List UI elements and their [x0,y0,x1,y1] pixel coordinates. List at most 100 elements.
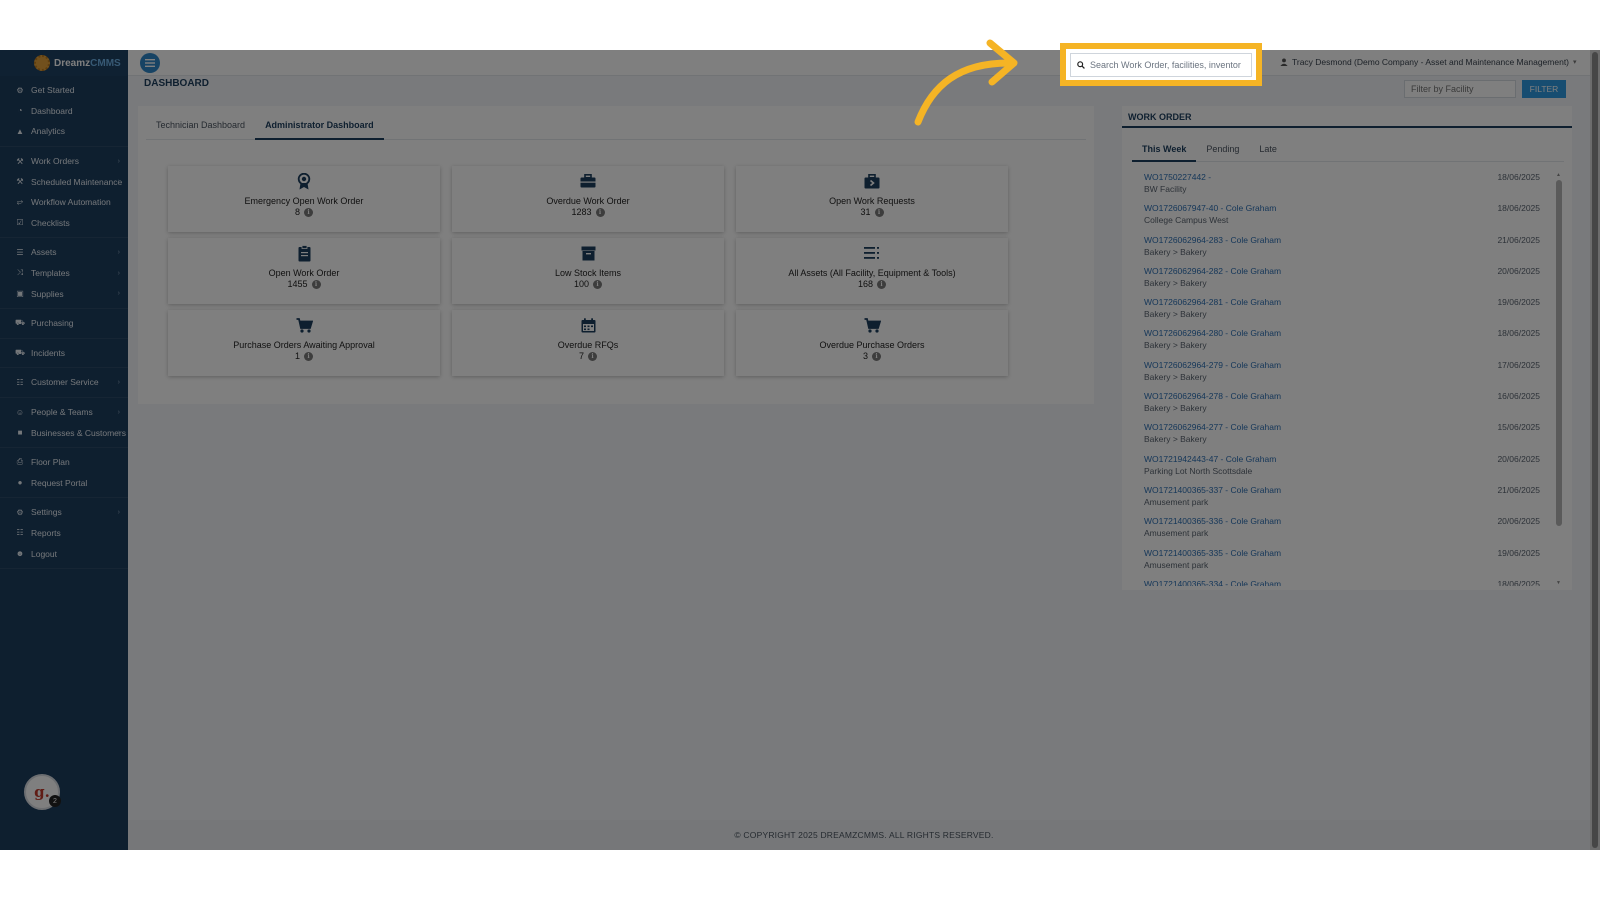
work-order-date: 18/06/2025 [1497,172,1540,182]
tab-technician-dashboard[interactable]: Technician Dashboard [146,114,255,140]
comment-icon: ● [17,478,23,488]
highlighted-search-box[interactable]: Search Work Order, facilities, inventor [1070,53,1252,77]
kpi-card-value-row: 100 i [574,279,603,289]
work-order-link[interactable]: WO1721400365-336 - Cole Graham [1144,516,1540,526]
sidebar-item-purchasing[interactable]: ⛟ Purchasing [0,313,128,334]
info-icon[interactable]: i [874,207,884,217]
sidebar-item-templates[interactable]: ⤨ Templates › [0,263,128,284]
kpi-card-emergency-open-work-order[interactable]: Emergency Open Work Order 8 i [168,166,440,232]
info-icon[interactable]: i [304,351,313,361]
sidebar-item-workflow-automation[interactable]: ⥂ Workflow Automation [0,192,128,213]
work-order-link[interactable]: WO1721400365-335 - Cole Graham [1144,548,1540,558]
menu-toggle-button[interactable] [140,53,160,73]
work-order-link[interactable]: WO1726062964-282 - Cole Graham [1144,266,1540,276]
kpi-card-open-work-order[interactable]: Open Work Order 1455 i [168,238,440,304]
kpi-card-low-stock-items[interactable]: Low Stock Items 100 i [452,238,724,304]
sidebar-item-assets[interactable]: ☰ Assets › [0,242,128,263]
info-icon[interactable]: i [588,351,597,361]
sidebar-item-label: Dashboard [31,105,73,116]
scroll-down-icon[interactable]: ▼ [1556,580,1561,586]
sidebar-item-people-teams[interactable]: ☺ People & Teams › [0,402,128,423]
highlighted-search-placeholder: Search Work Order, facilities, inventor [1090,60,1241,70]
kpi-card-purchase-orders-awaiting-approval[interactable]: Purchase Orders Awaiting Approval 1 i [168,310,440,376]
sidebar-item-logout[interactable]: ☻ Logout [0,543,128,564]
kpi-card-all-assets-all-facility-equipment-tools[interactable]: All Assets (All Facility, Equipment & To… [736,238,1008,304]
sidebar-item-label: Checklists [31,217,70,228]
sidebar-item-supplies[interactable]: ▣ Supplies › [0,283,128,304]
kpi-card-title: Overdue Work Order [546,196,630,206]
sidebar-item-label: Templates [31,268,70,279]
work-order-link[interactable]: WO1721400365-337 - Cole Graham [1144,485,1540,495]
kpi-card-overdue-work-order[interactable]: Overdue Work Order 1283 i [452,166,724,232]
sidebar-item-checklists[interactable]: ☑ Checklists [0,213,128,234]
filter-button[interactable]: FILTER [1522,80,1566,98]
kpi-card-overdue-purchase-orders[interactable]: Overdue Purchase Orders 3 i [736,310,1008,376]
kpi-card-value-row: 8i [295,207,313,217]
kpi-card-title: Overdue RFQs [557,340,619,350]
page-scrollbar-thumb[interactable] [1592,52,1598,848]
info-icon[interactable]: i [311,279,321,289]
work-order-link[interactable]: WO1721400365-334 - Cole Graham [1144,579,1540,586]
work-order-location: BW Facility [1144,184,1187,194]
sidebar-item-get-started[interactable]: ⚙ Get Started [0,80,128,101]
scrollbar-thumb[interactable] [1556,180,1562,526]
sidebar-item-label: Work Orders [31,156,80,167]
facility-filter-input[interactable] [1404,80,1516,98]
tab-this-week[interactable]: This Week [1132,140,1197,162]
kpi-card-overdue-rfqs[interactable]: Overdue RFQs 7 i [452,310,724,376]
gear-icon: ⚙ [16,507,24,517]
user-menu[interactable]: Tracy Desmond (Demo Company - Asset and … [1280,57,1577,67]
tab-pending[interactable]: Pending [1196,140,1249,162]
kpi-card-value-row: 31 i [860,207,884,217]
sidebar-item-businesses-customers[interactable]: ■ Businesses & Customers › [0,422,128,443]
sidebar-group: ☰ Assets › ⤨ Templates › ▣ Supplies › [0,238,128,309]
work-order-date: 19/06/2025 [1497,297,1540,308]
work-order-link[interactable]: WO1750227442 - [1144,172,1540,182]
work-order-date: 21/06/2025 [1497,234,1540,245]
work-order-link[interactable]: WO1726062964-281 - Cole Graham [1144,297,1540,307]
work-order-link[interactable]: WO1721942443-47 - Cole Graham [1144,454,1540,464]
cart-icon: ⛟ [15,318,26,328]
info-icon[interactable]: i [593,279,603,289]
sidebar-item-label: Settings [31,507,62,518]
work-order-link[interactable]: WO1726062964-277 - Cole Graham [1144,422,1540,432]
sidebar-item-scheduled-maintenance[interactable]: ⚒ Scheduled Maintenance › [0,171,128,192]
page-scrollbar[interactable] [1590,50,1600,850]
sidebar-item-incidents[interactable]: ⛟ Incidents [0,343,128,364]
hamburger-icon [145,59,155,67]
info-icon[interactable]: i [304,207,313,217]
sidebar-item-dashboard[interactable]: ◔ Dashboard [0,101,128,122]
work-order-scrollbar[interactable]: ▲ ▼ [1556,172,1562,586]
scroll-up-icon[interactable]: ▲ [1556,172,1561,178]
top-bar: ▿ Tracy Desmond (Demo Company - Asset an… [128,50,1600,76]
notification-bell-icon[interactable]: ▿ [1256,57,1261,68]
info-icon[interactable]: i [877,279,887,289]
sidebar-item-analytics[interactable]: ▲ Analytics [0,121,128,142]
sidebar-item-reports[interactable]: ☷ Reports [0,523,128,544]
work-order-link[interactable]: WO1726062964-278 - Cole Graham [1144,391,1540,401]
info-icon[interactable]: i [872,351,881,361]
briefcase-arrow-icon [864,172,880,190]
sidebar-item-customer-service[interactable]: ☷ Customer Service › [0,372,128,393]
tab-late[interactable]: Late [1249,140,1287,162]
kpi-card-value-row: 3i [863,351,881,361]
sidebar-item-request-portal[interactable]: ● Request Portal [0,473,128,494]
kpi-card-open-work-requests[interactable]: Open Work Requests 31 i [736,166,1008,232]
sidebar-item-settings[interactable]: ⚙ Settings › [0,502,128,523]
sidebar-item-work-orders[interactable]: ⚒ Work Orders › [0,151,128,172]
work-order-link[interactable]: WO1726062964-280 - Cole Graham [1144,328,1540,338]
work-order-link[interactable]: WO1726062964-283 - Cole Graham [1144,235,1540,245]
work-order-link[interactable]: WO1726062964-279 - Cole Graham [1144,360,1540,370]
info-icon[interactable]: i [595,207,605,217]
sidebar-nav: ⚙ Get Started ◔ Dashboard ▲ Analytics ⚒ Work Or… [0,76,128,569]
brand[interactable]: DreamzCMMS [0,50,128,76]
work-order-date: 21/06/2025 [1497,484,1540,495]
list-icon: ☰ [16,247,24,257]
work-order-item: WO1726067947-40 - Cole Graham College Cam… [1144,203,1540,234]
sidebar-item-floor-plan[interactable]: ⎙ Floor Plan [0,452,128,473]
flow-icon: ⥂ [16,197,24,207]
kpi-card-value-row: 1283 i [571,207,605,217]
tab-administrator-dashboard[interactable]: Administrator Dashboard [255,114,384,140]
work-order-link[interactable]: WO1726067947-40 - Cole Graham [1144,203,1540,213]
random-icon: ⤨ [16,268,24,278]
